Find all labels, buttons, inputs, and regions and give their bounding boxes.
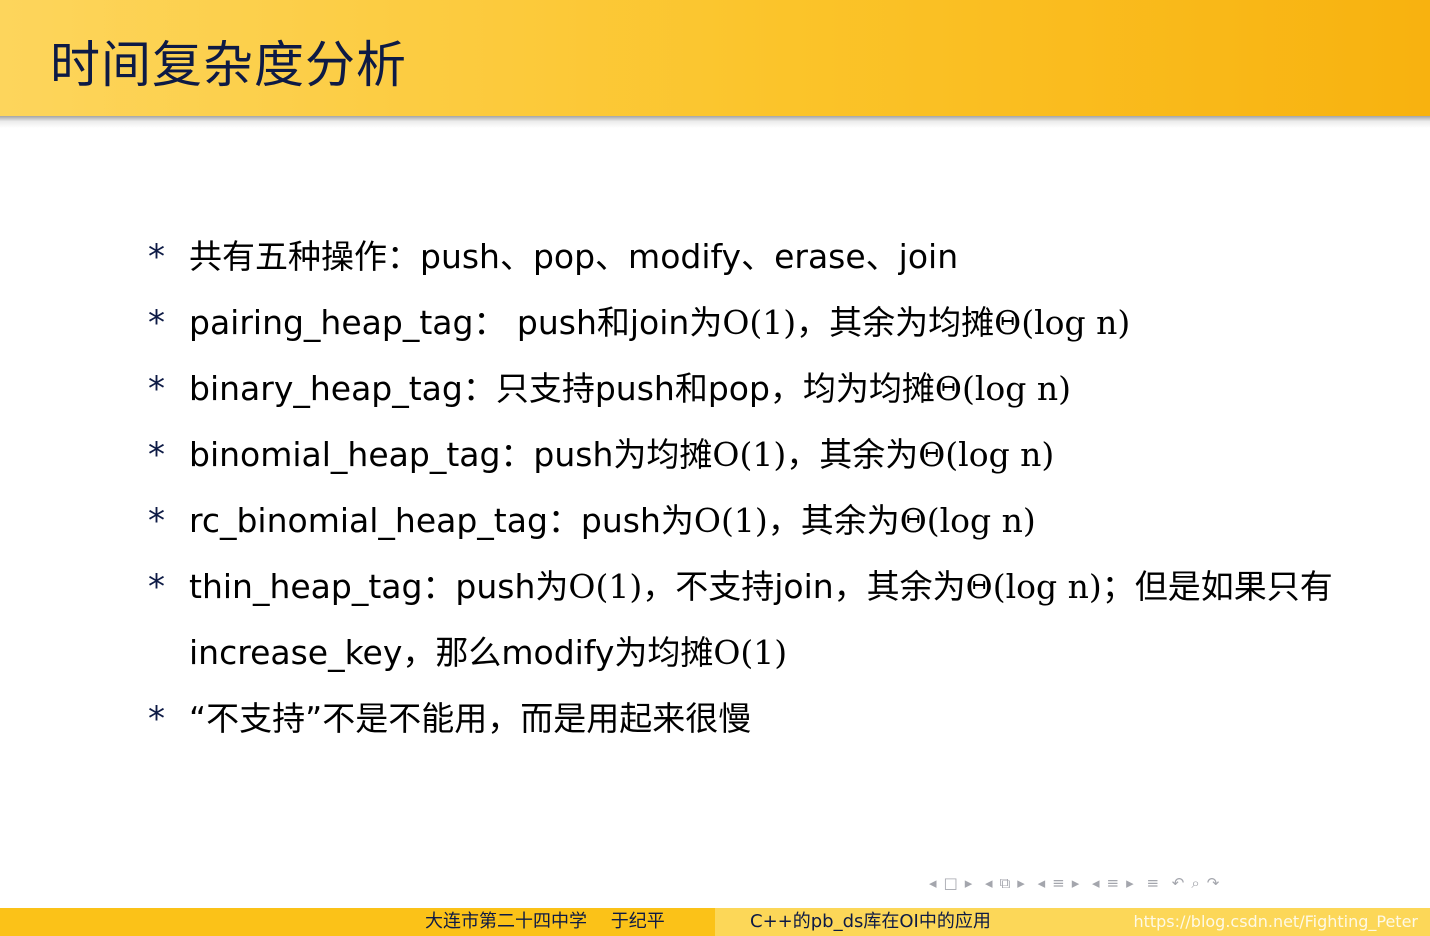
- bullet-text: ，其余为均摊: [796, 303, 995, 342]
- bullet-list: * 共有五种操作：push、pop、modify、erase、join * pa…: [148, 224, 1348, 752]
- bullet-item: * thin_heap_tag：push为O(1)，不支持join，其余为Θ(l…: [148, 554, 1348, 686]
- footer-author: 大连市第二十四中学 于纪平: [425, 911, 665, 932]
- bullet-text: ，不支持join，其余为: [642, 567, 966, 606]
- math-expression: O(1): [713, 633, 788, 672]
- bullet-star: *: [148, 369, 165, 409]
- bullet-star: *: [148, 303, 165, 343]
- bullet-text: pairing_heap_tag： push和join为: [189, 303, 723, 342]
- nav-next-icon[interactable]: ▸: [965, 874, 974, 892]
- bullet-item: * “不支持”不是不能用，而是用起来很慢: [148, 686, 1348, 752]
- bullet-star: *: [148, 435, 165, 475]
- bullet-text: rc_binomial_heap_tag：push为: [189, 501, 694, 540]
- footer-left-bar: 大连市第二十四中学 于纪平: [0, 908, 715, 936]
- bullet-item: * pairing_heap_tag： push和join为O(1)，其余为均摊…: [148, 290, 1348, 356]
- appendix-icon[interactable]: ≡: [1146, 874, 1160, 892]
- subsection-icon[interactable]: ⧉: [1000, 874, 1012, 892]
- math-expression: O(1): [712, 435, 787, 474]
- math-expression: Θ(log n): [965, 567, 1102, 606]
- nav-prev-icon[interactable]: ◂: [929, 874, 938, 892]
- beamer-navigation: ◂ □ ▸ ◂ ⧉ ▸ ◂ ≡ ▸ ◂ ≡ ▸ ≡ ↶ ⌕ ↷: [926, 874, 1223, 892]
- math-expression: Θ(log n): [994, 303, 1131, 342]
- math-expression: Θ(log n): [934, 369, 1071, 408]
- bullet-item: * binary_heap_tag：只支持push和pop，均为均摊Θ(log …: [148, 356, 1348, 422]
- bullet-text: ，其余为: [786, 435, 919, 474]
- math-expression: Θ(log n): [918, 435, 1055, 474]
- footer-right-bar: C++的pb_ds库在OI中的应用 https://blog.csdn.net/…: [715, 908, 1430, 936]
- header-shadow: [0, 116, 1430, 128]
- math-expression: O(1): [722, 303, 797, 342]
- slide-footer: 大连市第二十四中学 于纪平 C++的pb_ds库在OI中的应用 https://…: [0, 908, 1430, 936]
- bullet-item: * 共有五种操作：push、pop、modify、erase、join: [148, 224, 1348, 290]
- bullet-text: binary_heap_tag：只支持push和pop，均为均摊: [189, 369, 935, 408]
- forward-icon[interactable]: ↷: [1207, 874, 1221, 892]
- nav-prev-icon[interactable]: ◂: [1092, 874, 1101, 892]
- math-expression: Θ(log n): [899, 501, 1036, 540]
- nav-next-icon[interactable]: ▸: [1126, 874, 1135, 892]
- section-icon[interactable]: ≡: [1052, 874, 1066, 892]
- math-expression: O(1): [693, 501, 768, 540]
- footer-talk-title: C++的pb_ds库在OI中的应用: [750, 911, 991, 932]
- bullet-text: binomial_heap_tag：push为均摊: [189, 435, 713, 474]
- back-icon[interactable]: ↶: [1172, 874, 1186, 892]
- bullet-star: *: [148, 501, 165, 541]
- bullet-item: * binomial_heap_tag：push为均摊O(1)，其余为Θ(log…: [148, 422, 1348, 488]
- watermark-text: https://blog.csdn.net/Fighting_Peter: [1133, 912, 1418, 931]
- math-expression: O(1): [568, 567, 643, 606]
- bullet-text: 共有五种操作：push、pop、modify、erase、join: [189, 237, 959, 276]
- nav-next-icon[interactable]: ▸: [1017, 874, 1026, 892]
- bullet-text: “不支持”不是不能用，而是用起来很慢: [189, 699, 752, 738]
- nav-prev-icon[interactable]: ◂: [985, 874, 994, 892]
- bullet-star: *: [148, 567, 165, 607]
- bullet-text: ，其余为: [767, 501, 900, 540]
- frame-icon[interactable]: □: [944, 874, 959, 892]
- document-icon[interactable]: ≡: [1107, 874, 1121, 892]
- slide-title: 时间复杂度分析: [50, 36, 407, 94]
- bullet-text: thin_heap_tag：push为: [189, 567, 569, 606]
- nav-prev-icon[interactable]: ◂: [1038, 874, 1047, 892]
- search-icon[interactable]: ⌕: [1191, 874, 1200, 892]
- bullet-star: *: [148, 237, 165, 277]
- nav-next-icon[interactable]: ▸: [1072, 874, 1081, 892]
- bullet-star: *: [148, 699, 165, 739]
- bullet-item: * rc_binomial_heap_tag：push为O(1)，其余为Θ(lo…: [148, 488, 1348, 554]
